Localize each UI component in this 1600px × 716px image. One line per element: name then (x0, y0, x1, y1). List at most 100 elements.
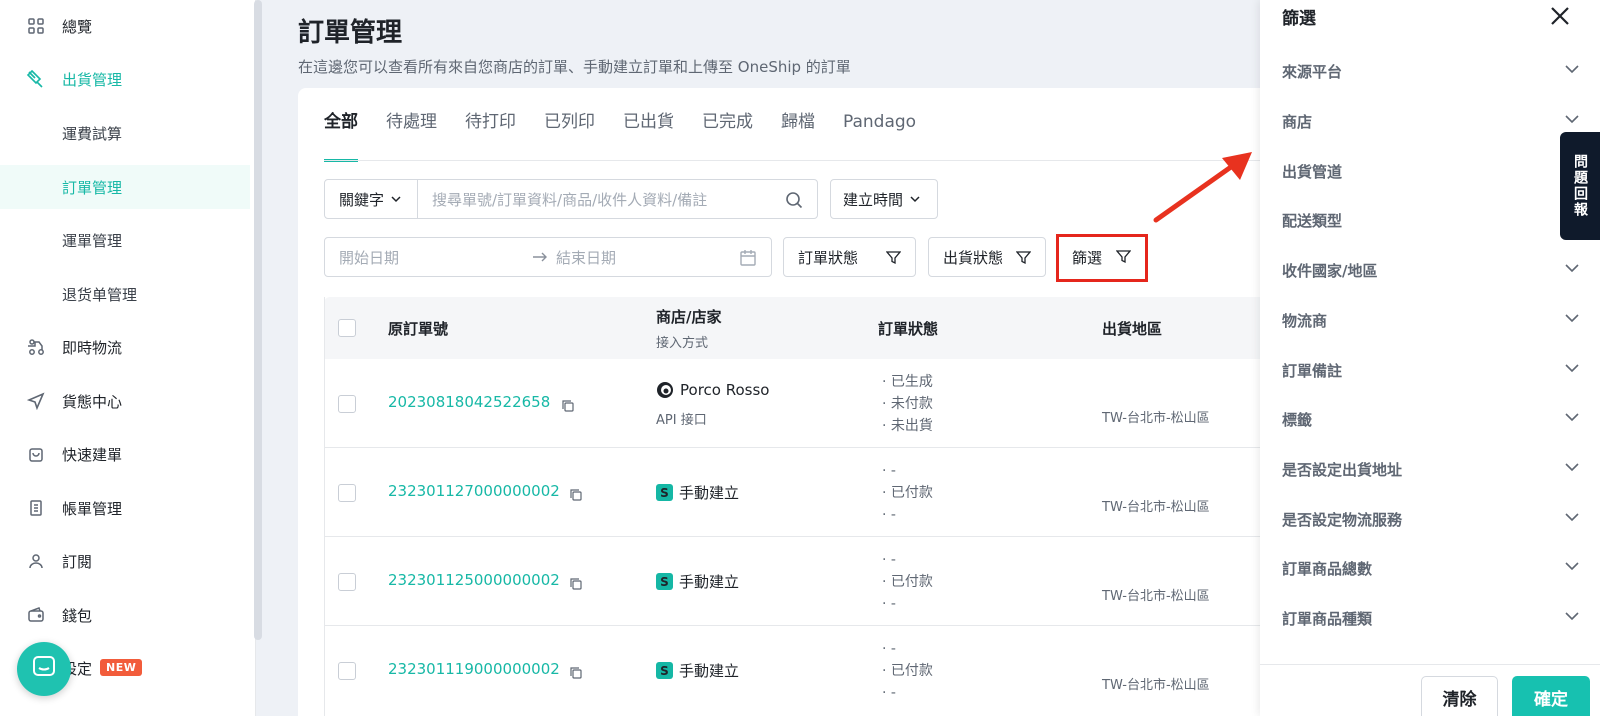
filter-source-platform[interactable]: 來源平台 (1282, 56, 1580, 86)
close-icon[interactable] (1546, 2, 1574, 30)
sidebar-item-instant-logistics[interactable]: 即時物流 (0, 325, 250, 369)
end-date-placeholder: 結束日期 (556, 248, 617, 267)
sidebar-item-orders[interactable]: 訂單管理 (0, 165, 250, 209)
filter-label: 訂單商品種類 (1282, 609, 1373, 628)
copy-icon[interactable] (569, 665, 583, 679)
chevron-down-icon (1564, 608, 1580, 628)
clear-button[interactable]: 清除 (1421, 676, 1498, 716)
chevron-down-icon (1564, 61, 1580, 81)
tab-pending[interactable]: 待處理 (386, 108, 437, 160)
filter-label: 訂單備註 (1282, 361, 1343, 380)
sidebar-item-billing[interactable]: 帳單管理 (0, 486, 250, 530)
store-tag: S (656, 484, 673, 501)
funnel-icon (886, 250, 901, 265)
date-range-picker[interactable]: 開始日期 結束日期 (324, 237, 772, 277)
filter-item-count[interactable]: 訂單商品總數 (1282, 553, 1580, 583)
porco-rosso-logo-icon (656, 381, 674, 399)
filter-delivery-type[interactable]: 配送類型 (1282, 205, 1580, 235)
order-link[interactable]: 232301125000000002 (388, 571, 560, 589)
status-line: · - (882, 463, 896, 479)
keyword-select[interactable]: 關鍵字 (324, 179, 418, 219)
store-name: Porco Rosso (656, 381, 769, 399)
order-status-label: 訂單狀態 (798, 248, 859, 267)
tab-completed[interactable]: 已完成 (702, 108, 753, 160)
tab-to-print[interactable]: 待打印 (465, 108, 516, 160)
status-line: · 已付款 (882, 485, 933, 501)
shipping-status-filter[interactable]: 出貨狀態 (928, 237, 1046, 277)
order-status-list: · - · 已付款 · - (882, 549, 933, 615)
order-link[interactable]: 20230818042522658 (388, 393, 550, 411)
new-badge: NEW (100, 659, 143, 676)
region: TW-台北市-松山區 (1102, 678, 1210, 693)
filter-shipping-channel[interactable]: 出貨管道 (1282, 156, 1580, 186)
order-status-filter[interactable]: 訂單狀態 (783, 237, 916, 277)
select-all-checkbox[interactable] (338, 319, 356, 337)
filter-recipient-country[interactable]: 收件國家/地區 (1282, 255, 1580, 285)
filter-label: 來源平台 (1282, 62, 1343, 81)
tab-printed[interactable]: 已列印 (544, 108, 595, 160)
page-title: 訂單管理 (298, 18, 403, 48)
row-checkbox[interactable] (338, 573, 356, 591)
order-tabs: 全部 待處理 待打印 已列印 已出貨 已完成 歸檔 Pandago (324, 108, 944, 162)
shipping-status-label: 出貨狀態 (943, 248, 1004, 267)
highlight-box (1056, 234, 1148, 282)
sidebar-item-label: 運單管理 (62, 231, 123, 250)
status-line: · - (882, 596, 896, 612)
sidebar-item-quick-create[interactable]: 快速建單 (0, 432, 250, 476)
calendar-icon (739, 249, 757, 267)
sidebar-item-returns[interactable]: 退货单管理 (0, 272, 250, 316)
sidebar-item-overview[interactable]: 總覽 (0, 4, 250, 48)
filter-logistics-service-set[interactable]: 是否設定物流服務 (1282, 504, 1580, 534)
sidebar-scrollbar[interactable] (254, 0, 262, 640)
row-checkbox[interactable] (338, 395, 356, 413)
tab-all[interactable]: 全部 (324, 108, 358, 162)
order-link[interactable]: 232301127000000002 (388, 482, 560, 500)
sidebar-item-label: 訂閱 (62, 552, 93, 571)
status-line: · - (882, 641, 896, 657)
grid-icon (26, 16, 46, 36)
filter-store[interactable]: 商店 (1282, 106, 1580, 136)
chevron-down-icon (1564, 459, 1580, 479)
bag-icon (26, 444, 46, 464)
store-label: 手動建立 (679, 484, 740, 502)
order-status-list: · - · 已付款 · - (882, 460, 933, 526)
sidebar-item-subscription[interactable]: 訂閱 (0, 539, 250, 583)
order-link[interactable]: 232301119000000002 (388, 660, 560, 678)
col-region: 出貨地區 (1102, 320, 1163, 338)
sidebar-item-wallet[interactable]: 錢包 (0, 593, 250, 637)
user-icon (26, 551, 46, 571)
filter-tags[interactable]: 標籤 (1282, 404, 1580, 434)
sidebar-item-label: 貨態中心 (62, 392, 123, 411)
tab-archived[interactable]: 歸檔 (781, 108, 815, 160)
status-line: · 已付款 (882, 574, 933, 590)
status-line: · 已生成 (882, 374, 933, 390)
filter-logistics-provider[interactable]: 物流商 (1282, 305, 1580, 335)
sidebar-item-label: 快速建單 (62, 445, 123, 464)
tab-shipped[interactable]: 已出貨 (623, 108, 674, 160)
filter-item-kinds[interactable]: 訂單商品種類 (1282, 603, 1580, 633)
chevron-down-icon (1564, 360, 1580, 380)
tab-pandago[interactable]: Pandago (843, 108, 916, 160)
confirm-button[interactable]: 確定 (1512, 676, 1590, 716)
copy-icon[interactable] (569, 576, 583, 590)
row-checkbox[interactable] (338, 662, 356, 680)
copy-icon[interactable] (569, 487, 583, 501)
send-icon (26, 391, 46, 411)
col-order-no: 原訂單號 (388, 320, 449, 338)
chevron-down-icon (1564, 260, 1580, 280)
sidebar-item-waybills[interactable]: 運單管理 (0, 218, 250, 262)
row-checkbox[interactable] (338, 484, 356, 502)
created-time-select[interactable]: 建立時間 (830, 179, 938, 219)
store-label: 手動建立 (679, 662, 740, 680)
sidebar-item-tracking-center[interactable]: 貨態中心 (0, 379, 250, 423)
sidebar-item-shipping-calculator[interactable]: 運費試算 (0, 111, 250, 155)
search-input[interactable]: 搜尋單號/訂單資料/商品/收件人資料/備註 (417, 179, 818, 219)
chat-button[interactable] (17, 642, 71, 696)
sidebar-item-shipping[interactable]: 出貨管理 (0, 57, 250, 101)
copy-icon[interactable] (561, 398, 575, 412)
filter-shipping-address-set[interactable]: 是否設定出貨地址 (1282, 454, 1580, 484)
store-name: S 手動建立 (656, 660, 739, 681)
chat-icon (31, 654, 57, 684)
filter-order-note[interactable]: 訂單備註 (1282, 355, 1580, 385)
feedback-tab[interactable]: 問題回報 (1560, 132, 1600, 240)
